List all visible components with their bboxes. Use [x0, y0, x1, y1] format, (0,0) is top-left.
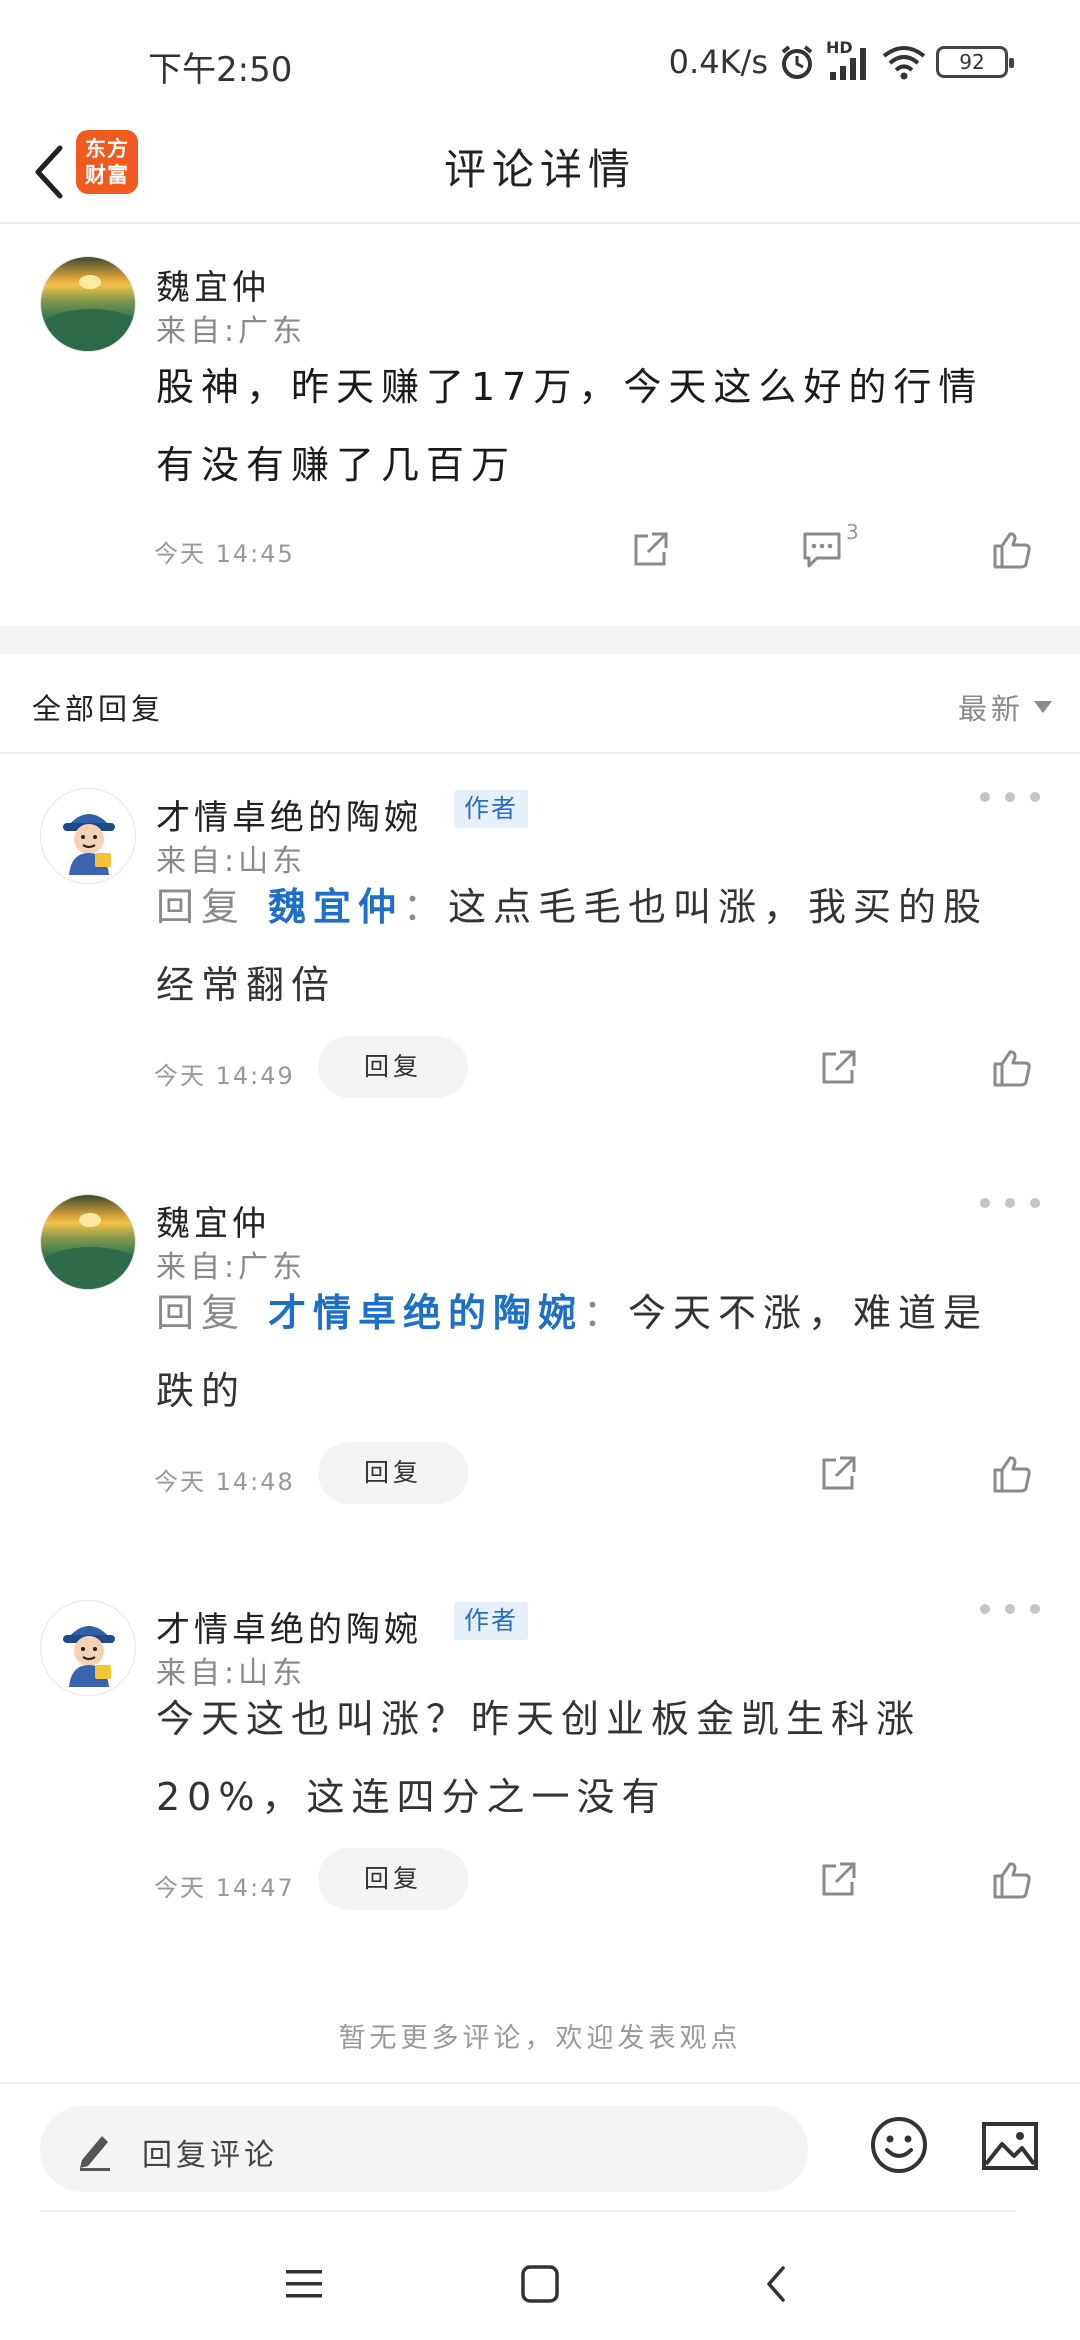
comment-icon[interactable] [800, 528, 844, 572]
section-divider [0, 626, 1080, 654]
reply-text: 回复 魏宜仲：这点毛毛也叫涨，我买的股 经常翻倍 [156, 868, 1036, 1024]
author-badge: 作者 [454, 1602, 529, 1640]
comment-time: 今天 14:45 [154, 540, 295, 568]
comment-input-bar: 回复评论 [0, 2082, 1080, 2210]
home-square-icon [521, 2265, 559, 2303]
comment-origin: 来自:广东 [156, 314, 307, 349]
smiley-icon [871, 2117, 927, 2173]
cartoon-avatar-icon [63, 814, 115, 875]
reply-button[interactable]: 回复 [318, 1848, 468, 1910]
reply-comment-input[interactable]: 回复评论 [40, 2106, 808, 2192]
avatar-sun [79, 275, 101, 289]
reply-separator: ： [583, 1291, 629, 1335]
more-options-icon[interactable] [980, 1594, 1040, 1624]
share-icon[interactable] [628, 528, 672, 572]
comment-text-line2: 有没有赚了几百万 [156, 443, 517, 487]
reply-item: 魏宜仲 来自:广东 回复 才情卓绝的陶婉：今天不涨，难道是 跌的 今天 14:48… [0, 1162, 1080, 1567]
reply-text-line1: 今天这也叫涨？昨天创业板金凯生科涨 [156, 1697, 922, 1741]
image-icon [982, 2122, 1038, 2170]
status-time: 下午2:50 [148, 50, 293, 90]
reply-text-line2: 20%，这连四分之一没有 [156, 1775, 667, 1819]
reply-username[interactable]: 魏宜仲 [156, 1196, 270, 1245]
share-icon[interactable] [816, 1046, 860, 1090]
reply-button[interactable]: 回复 [318, 1442, 468, 1504]
reply-text-line2: 经常翻倍 [156, 963, 337, 1007]
reply-button[interactable]: 回复 [318, 1036, 468, 1098]
alarm-icon [778, 43, 816, 81]
menu-icon [286, 2270, 322, 2298]
reply-item: 才情卓绝的陶婉 作者 来自:山东 回复 魏宜仲：这点毛毛也叫涨，我买的股 经常翻倍… [0, 756, 1080, 1161]
top-nav-bar: 东方 财富 评论详情 [0, 120, 1080, 224]
reply-item: 才情卓绝的陶婉 作者 来自:山东 今天这也叫涨？昨天创业板金凯生科涨 20%，这… [0, 1568, 1080, 1973]
like-icon[interactable] [990, 1452, 1034, 1496]
sort-label: 最新 [957, 692, 1024, 726]
author-badge: 作者 [454, 790, 529, 828]
more-options-icon[interactable] [980, 1188, 1040, 1218]
mention-link[interactable]: 才情卓绝的陶婉 [268, 1291, 583, 1335]
comment-username[interactable]: 魏宜仲 [156, 260, 270, 309]
reply-prefix: 回复 [156, 885, 247, 929]
reply-username[interactable]: 才情卓绝的陶婉 [156, 1602, 422, 1651]
status-bar: 下午2:50 0.4K/s HD 92 [0, 0, 1080, 120]
wifi-icon [882, 44, 926, 80]
replies-title: 全部回复 [32, 692, 165, 726]
reply-time: 今天 14:48 [154, 1468, 295, 1496]
comment-text-line1: 股神，昨天赚了17万，今天这么好的行情 [156, 365, 984, 409]
menu-nav-button[interactable] [274, 2258, 334, 2310]
pencil-icon [80, 2136, 110, 2171]
no-more-comments-note: 暂无更多评论，欢迎发表观点 [338, 2023, 742, 2054]
input-placeholder: 回复评论 [142, 2138, 278, 2173]
like-icon[interactable] [990, 1858, 1034, 1902]
avatar-sun [79, 1213, 101, 1227]
avatar-hill [41, 1247, 135, 1289]
system-nav-bar [0, 2212, 1080, 2340]
reply-username[interactable]: 才情卓绝的陶婉 [156, 790, 422, 839]
reply-text-line2: 跌的 [156, 1369, 247, 1413]
reply-prefix: 回复 [156, 1291, 247, 1335]
share-icon[interactable] [816, 1452, 860, 1496]
signal-icon: HD [826, 38, 872, 82]
back-nav-button[interactable] [746, 2258, 806, 2310]
reply-separator: ： [403, 885, 449, 929]
main-comment: 魏宜仲 来自:广东 股神，昨天赚了17万，今天这么好的行情 有没有赚了几百万 今… [0, 226, 1080, 626]
reply-time: 今天 14:47 [154, 1874, 295, 1902]
like-icon[interactable] [990, 528, 1034, 572]
battery-level: 92 [959, 50, 985, 74]
sort-dropdown[interactable]: 最新 [958, 686, 1052, 728]
reply-text-line1: 这点毛毛也叫涨，我买的股 [448, 885, 989, 929]
avatar[interactable] [40, 1600, 136, 1696]
comment-text: 股神，昨天赚了17万，今天这么好的行情 有没有赚了几百万 [156, 348, 983, 504]
reply-text: 今天这也叫涨？昨天创业板金凯生科涨 20%，这连四分之一没有 [156, 1680, 1036, 1836]
avatar-hill [41, 309, 135, 351]
avatar[interactable] [40, 256, 136, 352]
cartoon-avatar-icon [63, 1626, 115, 1687]
more-options-icon[interactable] [980, 782, 1040, 812]
chevron-down-icon [1034, 701, 1052, 713]
image-button[interactable] [980, 2118, 1040, 2174]
page-title: 评论详情 [443, 145, 636, 194]
reply-time: 今天 14:49 [154, 1062, 295, 1090]
avatar[interactable] [40, 1194, 136, 1290]
network-speed: 0.4K/s [668, 43, 768, 81]
home-nav-button[interactable] [510, 2258, 570, 2310]
mention-link[interactable]: 魏宜仲 [268, 885, 403, 929]
reply-text-line1: 今天不涨，难道是 [628, 1291, 989, 1335]
status-indicators: 0.4K/s HD 92 [668, 38, 1014, 86]
back-chevron-icon [767, 2266, 785, 2302]
share-icon[interactable] [816, 1858, 860, 1902]
reply-text: 回复 才情卓绝的陶婉：今天不涨，难道是 跌的 [156, 1274, 1036, 1430]
avatar[interactable] [40, 788, 136, 884]
emoji-button[interactable] [868, 2114, 930, 2176]
like-icon[interactable] [990, 1046, 1034, 1090]
replies-header: 全部回复 最新 [0, 654, 1080, 754]
battery-icon: 92 [936, 46, 1014, 78]
comment-count: 3 [846, 520, 859, 544]
